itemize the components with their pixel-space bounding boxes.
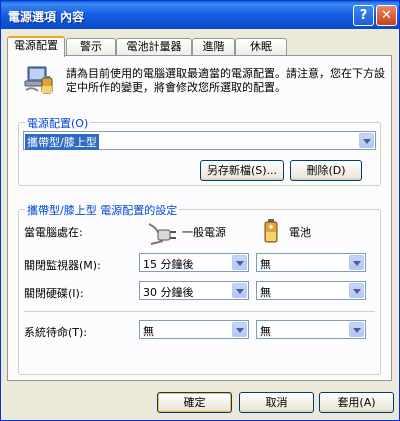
title-bar[interactable]: 電源選項 內容 ? ✕ [1, 1, 399, 29]
power-schemes-group: 電源配置(O) 攜帶型/膝上型 另存新檔(S)... 刪除(D) [18, 115, 381, 186]
power-schemes-icon [22, 64, 56, 96]
standby-dc-select[interactable]: 無 [256, 320, 366, 339]
tab-panel: 請為目前使用的電腦選取最適當的電源配置。請注意，您在下方設定中所作的變更，將會修… [7, 55, 392, 381]
when-computer-label: 當電腦處在: [24, 226, 83, 239]
power-options-window: 電源選項 內容 ? ✕ 電源配置 警示 電池計量器 進階 休眠 請為目前使用的電… [0, 0, 400, 421]
hard-disk-off-dc-value: 無 [260, 286, 271, 299]
ac-power-label: 一般電源 [182, 226, 226, 239]
tab-advanced[interactable]: 進階 [192, 38, 235, 56]
monitor-off-dc-value: 無 [260, 258, 271, 271]
power-scheme-select[interactable]: 攜帶型/膝上型 [23, 131, 376, 150]
chevron-down-icon[interactable] [349, 322, 364, 337]
chevron-down-icon[interactable] [349, 283, 364, 298]
hard-disk-off-ac-select[interactable]: 30 分鐘後 [139, 281, 249, 300]
ac-plug-icon [147, 220, 181, 248]
tab-power-schemes[interactable]: 電源配置 [7, 36, 65, 57]
standby-ac-select[interactable]: 無 [139, 320, 249, 339]
ok-button[interactable]: 確定 [157, 392, 232, 413]
monitor-off-ac-select[interactable]: 15 分鐘後 [139, 253, 249, 272]
monitor-off-ac-value: 15 分鐘後 [143, 258, 194, 271]
hard-disk-off-dc-select[interactable]: 無 [256, 281, 366, 300]
standby-dc-value: 無 [260, 325, 271, 338]
tab-alarms[interactable]: 警示 [66, 38, 116, 56]
save-as-button[interactable]: 另存新檔(S)... [200, 160, 284, 181]
power-scheme-value: 攜帶型/膝上型 [25, 134, 99, 150]
apply-button[interactable]: 套用(A) [319, 392, 394, 413]
cancel-button[interactable]: 取消 [239, 392, 314, 413]
close-button[interactable]: ✕ [376, 5, 397, 26]
help-button[interactable]: ? [353, 5, 374, 26]
standby-ac-value: 無 [143, 325, 154, 338]
monitor-off-dc-select[interactable]: 無 [256, 253, 366, 272]
intro-text: 請為目前使用的電腦選取最適當的電源配置。請注意，您在下方設定中所作的變更，將會修… [66, 67, 385, 94]
chevron-down-icon[interactable] [232, 255, 247, 270]
divider [24, 311, 375, 313]
power-schemes-label: 電源配置(O) [25, 115, 91, 131]
monitor-off-label: 關閉監視器(M): [24, 259, 101, 272]
window-title: 電源選項 內容 [8, 10, 85, 24]
scheme-settings-group: 攜帶型/膝上型 電源配置的設定 當電腦處在: 一般電源 電池 關閉監視器(M):… [18, 202, 381, 375]
chevron-down-icon[interactable] [359, 133, 374, 148]
hard-disk-off-ac-value: 30 分鐘後 [143, 286, 194, 299]
delete-button[interactable]: 刪除(D) [290, 160, 362, 181]
tab-hibernate[interactable]: 休眠 [235, 38, 287, 56]
battery-icon [263, 218, 279, 244]
chevron-down-icon[interactable] [232, 322, 247, 337]
standby-label: 系統待命(T): [24, 326, 88, 339]
battery-label: 電池 [289, 226, 311, 239]
chevron-down-icon[interactable] [349, 255, 364, 270]
chevron-down-icon[interactable] [232, 283, 247, 298]
hard-disk-off-label: 關閉硬碟(I): [24, 287, 84, 300]
tab-power-meter[interactable]: 電池計量器 [116, 38, 192, 56]
scheme-settings-label: 攜帶型/膝上型 電源配置的設定 [25, 202, 180, 218]
